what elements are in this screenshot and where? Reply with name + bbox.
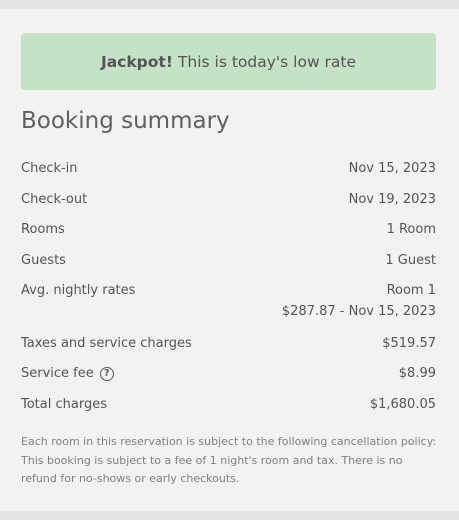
service-fee-label-group: Service fee ?	[21, 366, 114, 381]
guests-value: 1 Guest	[385, 253, 436, 268]
rooms-label: Rooms	[21, 222, 65, 237]
check-in-label: Check-in	[21, 161, 78, 176]
booking-summary-card: Jackpot! This is today's low rate Bookin…	[0, 9, 459, 511]
cancellation-policy-text: Each room in this reservation is subject…	[21, 435, 437, 485]
taxes-value: $519.57	[382, 336, 436, 351]
banner-highlight: Jackpot!	[100, 52, 173, 71]
rooms-value: 1 Room	[386, 222, 436, 237]
avg-nightly-rates-value: $287.87 - Nov 15, 2023	[281, 304, 436, 319]
banner-text: This is today's low rate	[177, 52, 357, 71]
total-charges-label: Total charges	[21, 397, 107, 412]
check-out-label: Check-out	[21, 192, 88, 207]
avg-nightly-rates-room: Room 1	[386, 283, 436, 298]
avg-nightly-rates-label: Avg. nightly rates	[21, 283, 136, 298]
check-out-value: Nov 19, 2023	[348, 192, 436, 207]
check-in-value: Nov 15, 2023	[348, 161, 436, 176]
guests-label: Guests	[21, 253, 66, 268]
service-fee-label: Service fee	[21, 366, 94, 381]
question-circle-icon[interactable]: ?	[99, 366, 114, 381]
taxes-label: Taxes and service charges	[21, 336, 192, 351]
total-charges-value: $1,680.05	[369, 397, 436, 412]
service-fee-value: $8.99	[398, 366, 436, 381]
booking-summary-title: Booking summary	[21, 108, 230, 134]
low-rate-banner: Jackpot! This is today's low rate	[21, 33, 436, 90]
